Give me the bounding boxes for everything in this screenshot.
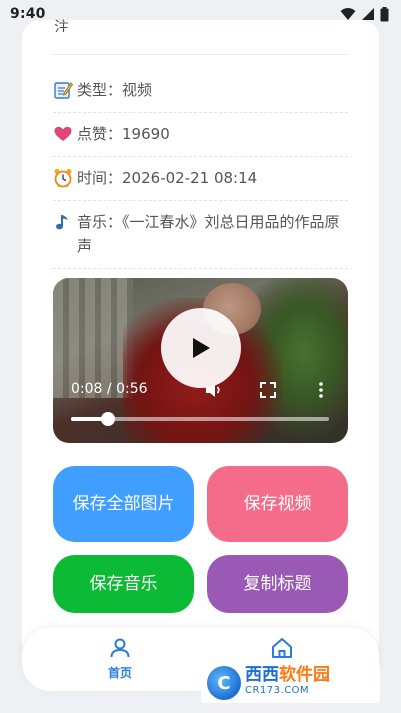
video-time: 0:08 / 0:56 bbox=[71, 381, 148, 397]
likes-value: 19690 bbox=[122, 125, 170, 143]
info-row-time: 时间：2026-02-21 08:14 bbox=[53, 166, 348, 190]
signal-icon bbox=[362, 8, 374, 20]
divider bbox=[53, 156, 348, 157]
video-duration: 0:56 bbox=[116, 381, 148, 397]
fullscreen-icon[interactable] bbox=[258, 380, 278, 400]
battery-icon bbox=[380, 6, 389, 21]
save-all-images-button[interactable]: 保存全部图片 bbox=[53, 466, 194, 542]
video-progress-handle[interactable] bbox=[100, 412, 115, 426]
watermark-name-part1: 西西 bbox=[245, 665, 279, 685]
user-icon bbox=[110, 638, 130, 658]
copy-title-button[interactable]: 复制标题 bbox=[207, 555, 348, 613]
time-label: 时间： bbox=[77, 169, 123, 187]
title-fragment: 注 bbox=[54, 18, 70, 32]
type-label: 类型： bbox=[77, 81, 123, 99]
volume-icon[interactable] bbox=[203, 380, 223, 400]
video-time-separator: / bbox=[102, 381, 117, 397]
video-player[interactable]: 0:08 / 0:56 bbox=[53, 278, 348, 443]
save-music-button[interactable]: 保存音乐 bbox=[53, 555, 194, 613]
info-row-type: 类型：视频 bbox=[53, 78, 348, 102]
play-button[interactable] bbox=[161, 308, 241, 388]
divider bbox=[53, 112, 348, 113]
info-row-likes: 点赞：19690 bbox=[53, 122, 348, 146]
watermark-name-part2: 软件园 bbox=[279, 665, 330, 685]
home-icon bbox=[272, 638, 292, 658]
wifi-icon bbox=[340, 8, 356, 20]
watermark-logo: C 西西软件园 CR173.COM bbox=[201, 663, 380, 703]
watermark-logo-icon: C bbox=[207, 666, 241, 700]
more-options-icon[interactable] bbox=[311, 380, 331, 400]
alarm-clock-icon bbox=[54, 169, 72, 188]
save-video-button[interactable]: 保存视频 bbox=[207, 466, 348, 542]
info-row-music: 音乐：《一江春水》刘总日用品的作品原声 bbox=[53, 210, 348, 258]
memo-icon bbox=[54, 82, 73, 99]
play-icon bbox=[193, 338, 210, 358]
nav-home-label: 首页 bbox=[107, 666, 132, 680]
divider bbox=[53, 200, 348, 201]
divider bbox=[53, 268, 348, 269]
nav-item-home[interactable]: 首页 bbox=[90, 636, 150, 681]
video-current-time: 0:08 bbox=[71, 381, 103, 397]
likes-label: 点赞： bbox=[77, 125, 123, 143]
time-value: 2026-02-21 08:14 bbox=[122, 169, 258, 187]
music-label: 音乐： bbox=[77, 213, 123, 231]
heart-icon bbox=[54, 126, 72, 141]
divider bbox=[53, 54, 348, 55]
video-progress-bar[interactable] bbox=[71, 412, 329, 426]
watermark-url: CR173.COM bbox=[245, 685, 310, 696]
type-value: 视频 bbox=[122, 81, 153, 99]
